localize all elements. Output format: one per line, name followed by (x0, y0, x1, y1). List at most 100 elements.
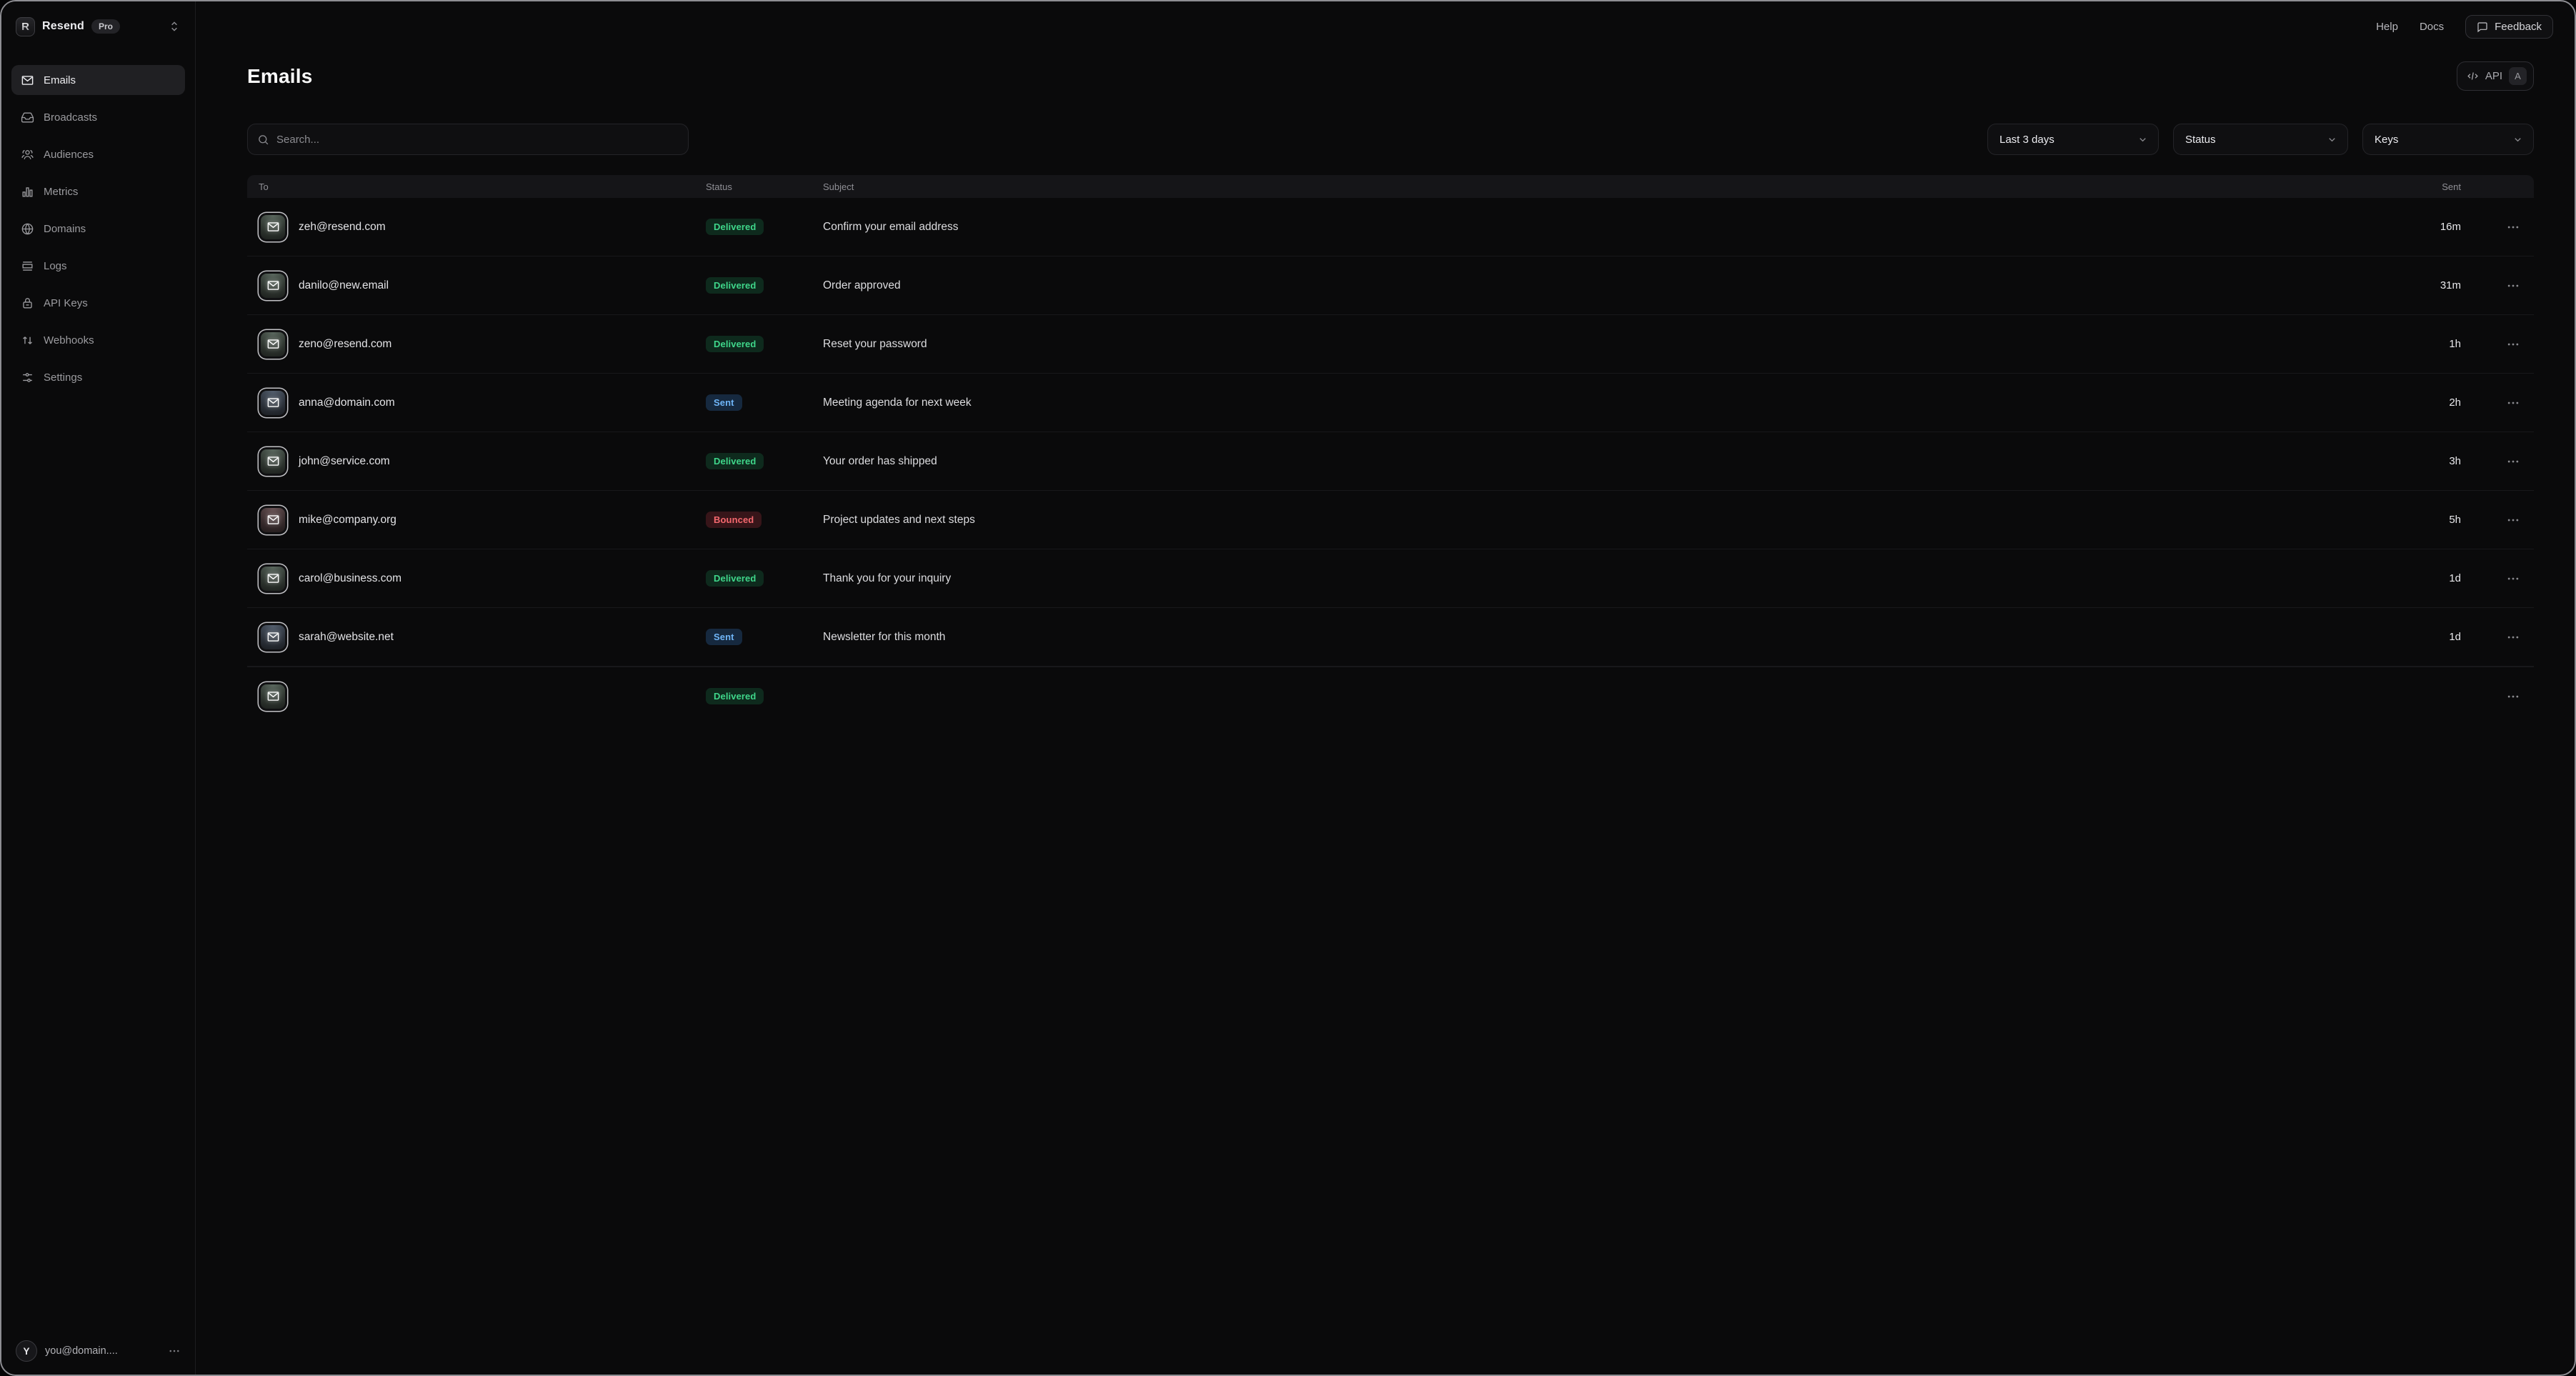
sidebar-item-label: Emails (44, 74, 76, 86)
envelope-icon (266, 689, 280, 703)
recipient-email: zeh@resend.com (299, 221, 706, 234)
ellipsis-icon (2506, 513, 2520, 527)
envelope-icon (266, 572, 280, 585)
plan-badge: Pro (91, 19, 120, 34)
row-menu-button[interactable] (2504, 628, 2522, 647)
email-tile (259, 213, 287, 241)
keys-filter-dropdown[interactable]: Keys (2362, 124, 2534, 155)
column-header-sent: Sent (2397, 181, 2461, 192)
sidebar-item-label: Domains (44, 223, 86, 235)
globe-icon (21, 222, 34, 236)
table-row[interactable]: mike@company.org Bounced Project updates… (247, 491, 2534, 549)
status-badge: Delivered (706, 219, 764, 235)
lock-icon (21, 296, 34, 310)
column-header-status: Status (706, 181, 823, 192)
row-menu-button[interactable] (2504, 335, 2522, 354)
keys-filter-value: Keys (2375, 134, 2398, 146)
ellipsis-icon (2506, 337, 2520, 352)
table-row[interactable]: john@service.com Delivered Your order ha… (247, 432, 2534, 491)
docs-link[interactable]: Docs (2420, 21, 2444, 33)
table-row[interactable]: danilo@new.email Delivered Order approve… (247, 256, 2534, 315)
ellipsis-icon (2506, 396, 2520, 410)
sidebar-item-label: Logs (44, 260, 67, 272)
sidebar-nav: Emails Broadcasts Audiences Metrics Doma… (11, 65, 185, 392)
table-body: zeh@resend.com Delivered Confirm your em… (247, 198, 2534, 725)
sidebar-item-audiences[interactable]: Audiences (11, 139, 185, 169)
envelope-icon (266, 454, 280, 468)
sent-time: 16m (2397, 221, 2461, 233)
users-icon (21, 148, 34, 161)
row-menu-button[interactable] (2504, 687, 2522, 706)
table-row[interactable]: zeno@resend.com Delivered Reset your pas… (247, 315, 2534, 374)
row-menu-button[interactable] (2504, 218, 2522, 236)
sent-time: 31m (2397, 279, 2461, 291)
title-row: Emails API A (247, 61, 2534, 91)
table-row[interactable]: Delivered (247, 667, 2534, 725)
envelope-icon (266, 396, 280, 409)
envelope-icon (266, 220, 280, 234)
sidebar-item-logs[interactable]: Logs (11, 251, 185, 281)
resend-logo-icon: R (16, 17, 35, 36)
table-row[interactable]: sarah@website.net Sent Newsletter for th… (247, 608, 2534, 667)
emails-table: To Status Subject Sent zeh@resend.com De… (247, 175, 2534, 725)
sidebar-item-metrics[interactable]: Metrics (11, 176, 185, 206)
status-badge: Sent (706, 394, 742, 411)
email-tile (259, 564, 287, 593)
topbar: Help Docs Feedback (2376, 15, 2553, 39)
workspace-switcher[interactable]: R Resend Pro (11, 16, 185, 37)
user-email: you@domain.... (45, 1345, 118, 1357)
row-menu-button[interactable] (2504, 394, 2522, 412)
sent-time: 1d (2397, 631, 2461, 643)
table-header: To Status Subject Sent (247, 175, 2534, 198)
table-row[interactable]: anna@domain.com Sent Meeting agenda for … (247, 374, 2534, 432)
bar-chart-icon (21, 185, 34, 199)
search-input[interactable] (276, 134, 647, 146)
help-link[interactable]: Help (2376, 21, 2398, 33)
envelope-icon (21, 74, 34, 87)
row-menu-button[interactable] (2504, 452, 2522, 471)
table-row[interactable]: zeh@resend.com Delivered Confirm your em… (247, 198, 2534, 256)
sidebar-item-domains[interactable]: Domains (11, 214, 185, 244)
email-tile (259, 682, 287, 711)
sidebar-item-webhooks[interactable]: Webhooks (11, 325, 185, 355)
sidebar-item-broadcasts[interactable]: Broadcasts (11, 102, 185, 132)
sent-time: 2h (2397, 397, 2461, 409)
email-tile (259, 623, 287, 652)
sidebar-item-api-keys[interactable]: API Keys (11, 288, 185, 318)
date-range-dropdown[interactable]: Last 3 days (1987, 124, 2159, 155)
inbox-icon (21, 111, 34, 124)
sidebar: R Resend Pro Emails Broadcasts Audiences… (1, 1, 196, 1375)
email-subject: Newsletter for this month (823, 631, 2397, 644)
row-menu-button[interactable] (2504, 276, 2522, 295)
sidebar-item-emails[interactable]: Emails (11, 65, 185, 95)
email-subject: Your order has shipped (823, 455, 2397, 468)
sidebar-item-label: Metrics (44, 186, 78, 198)
status-filter-value: Status (2185, 134, 2216, 146)
chevrons-up-down-icon[interactable] (168, 20, 181, 33)
ellipsis-icon[interactable] (168, 1345, 181, 1357)
email-subject: Thank you for your inquiry (823, 572, 2397, 585)
recipient-email: zeno@resend.com (299, 338, 706, 351)
feedback-button[interactable]: Feedback (2465, 15, 2553, 39)
sidebar-item-label: API Keys (44, 297, 88, 309)
sent-time: 5h (2397, 514, 2461, 526)
table-row[interactable]: carol@business.com Delivered Thank you f… (247, 549, 2534, 608)
feedback-label: Feedback (2495, 21, 2542, 33)
envelope-icon (266, 279, 280, 292)
email-tile (259, 271, 287, 300)
email-subject: Confirm your email address (823, 221, 2397, 234)
sliders-icon (21, 371, 34, 384)
row-menu-button[interactable] (2504, 569, 2522, 588)
row-menu-button[interactable] (2504, 511, 2522, 529)
user-account[interactable]: Y you@domain.... (11, 1340, 185, 1362)
filters-row: Last 3 days Status Keys (247, 124, 2534, 155)
recipient-email: mike@company.org (299, 514, 706, 527)
status-filter-dropdown[interactable]: Status (2173, 124, 2348, 155)
status-badge: Delivered (706, 453, 764, 469)
sidebar-item-label: Settings (44, 372, 82, 384)
status-badge: Delivered (706, 336, 764, 352)
email-tile (259, 330, 287, 359)
api-button[interactable]: API A (2457, 61, 2534, 91)
sidebar-item-settings[interactable]: Settings (11, 362, 185, 392)
envelope-icon (266, 630, 280, 644)
